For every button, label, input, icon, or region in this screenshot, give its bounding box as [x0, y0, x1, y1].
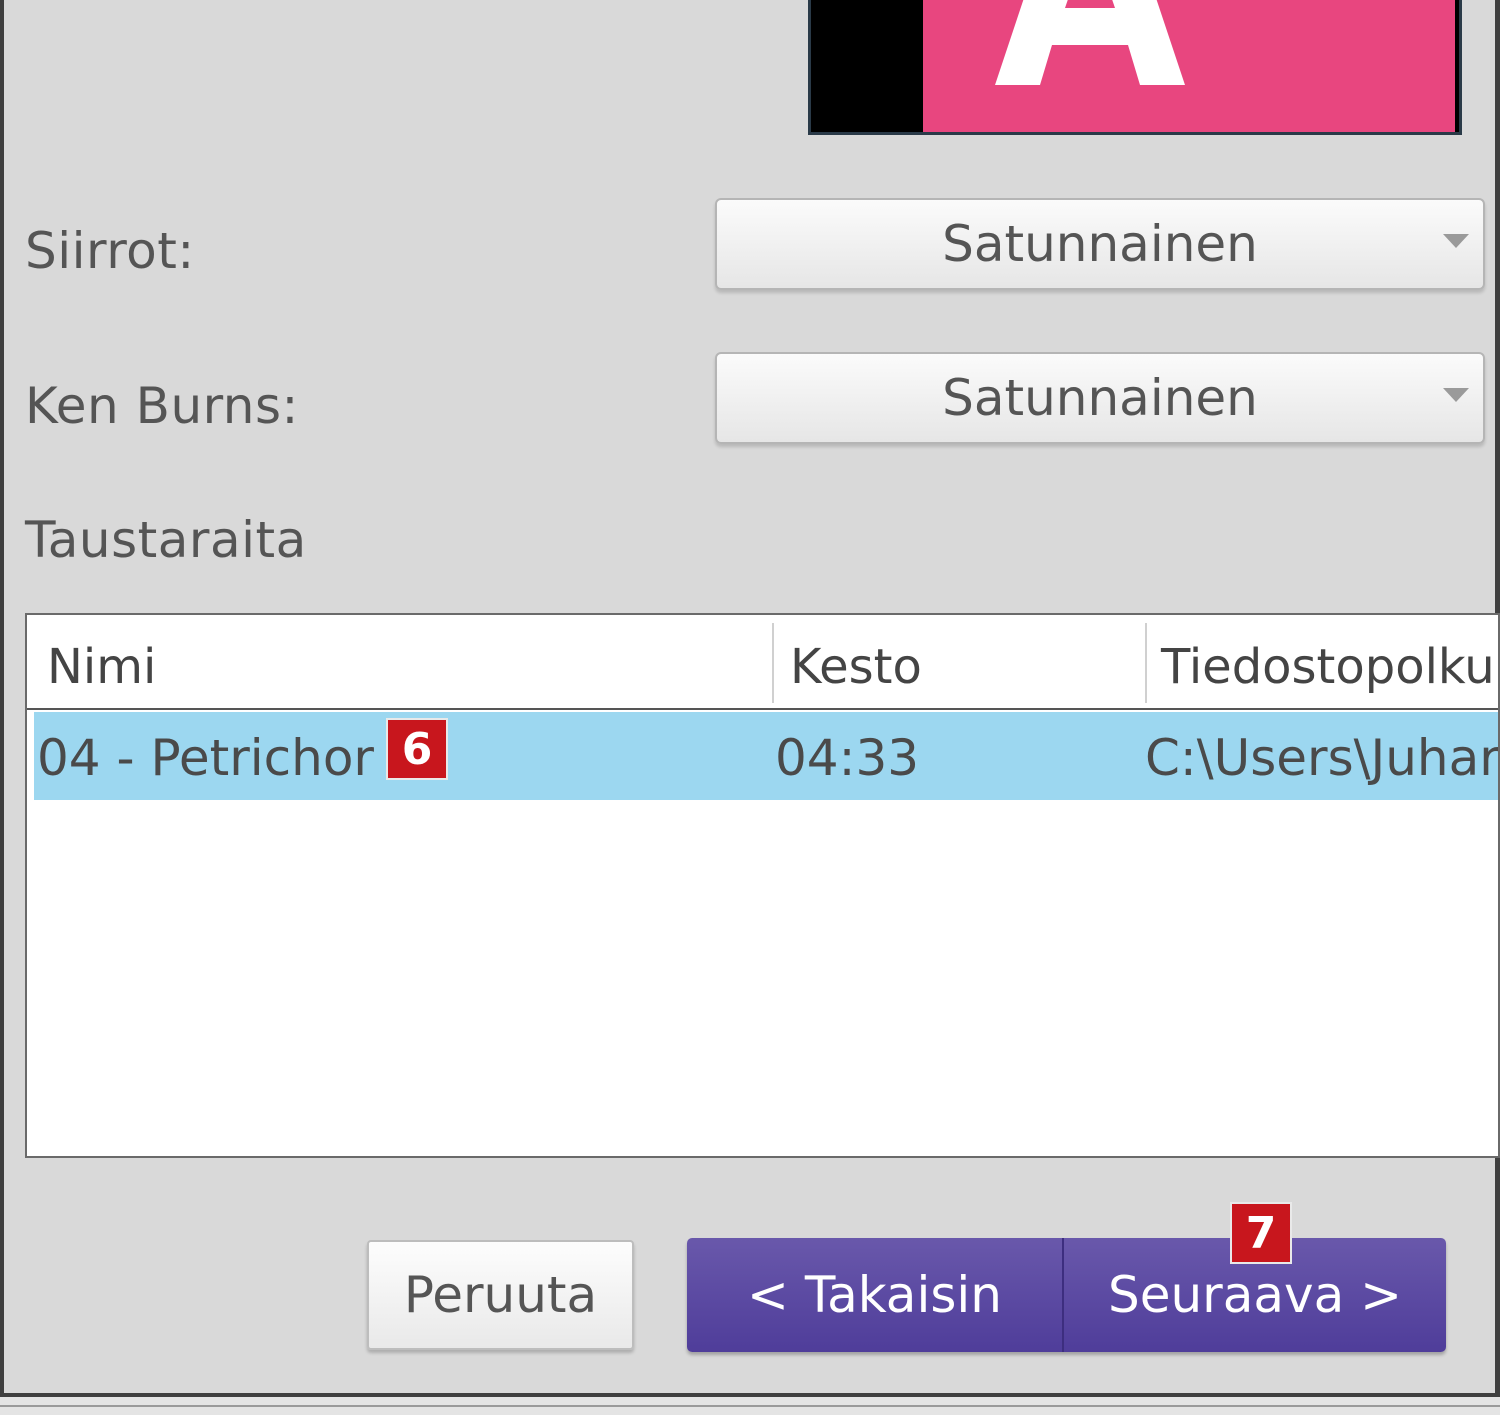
background-track-heading: Taustaraita: [25, 511, 307, 569]
transitions-dropdown[interactable]: Satunnainen: [715, 198, 1485, 290]
chevron-down-icon: [1443, 388, 1469, 402]
table-row[interactable]: 04 - Petrichor 04:33 C:\Users\Juhar: [34, 712, 1498, 800]
window-frame-left: [0, 0, 4, 1415]
ken-burns-label: Ken Burns:: [25, 377, 299, 435]
column-header-duration[interactable]: Kesto: [790, 615, 922, 708]
callout-badge-7: 7: [1230, 1202, 1292, 1264]
transitions-dropdown-value: Satunnainen: [942, 215, 1258, 273]
column-divider[interactable]: [772, 623, 774, 703]
ken-burns-dropdown[interactable]: Satunnainen: [715, 352, 1485, 444]
background-track-table[interactable]: Nimi Kesto Tiedostopolku 04 - Petrichor …: [25, 613, 1500, 1158]
track-duration-cell: 04:33: [775, 729, 920, 787]
preview-letter-a-graphic: [995, 0, 1185, 85]
cancel-button[interactable]: Peruuta: [367, 1240, 634, 1350]
navigation-button-group: < Takaisin Seuraava >: [687, 1238, 1446, 1352]
back-button[interactable]: < Takaisin: [687, 1238, 1062, 1352]
transitions-label: Siirrot:: [25, 222, 195, 280]
ken-burns-dropdown-value: Satunnainen: [942, 369, 1258, 427]
track-name-cell: 04 - Petrichor: [37, 729, 374, 787]
column-header-path[interactable]: Tiedostopolku: [1161, 615, 1495, 708]
column-header-name[interactable]: Nimi: [47, 615, 156, 708]
window-frame-bottom: [0, 1393, 1500, 1415]
table-header: Nimi Kesto Tiedostopolku: [27, 615, 1498, 710]
callout-badge-6: 6: [386, 718, 448, 780]
chevron-down-icon: [1443, 234, 1469, 248]
track-path-cell: C:\Users\Juhar: [1145, 729, 1500, 787]
column-divider[interactable]: [1145, 623, 1147, 703]
